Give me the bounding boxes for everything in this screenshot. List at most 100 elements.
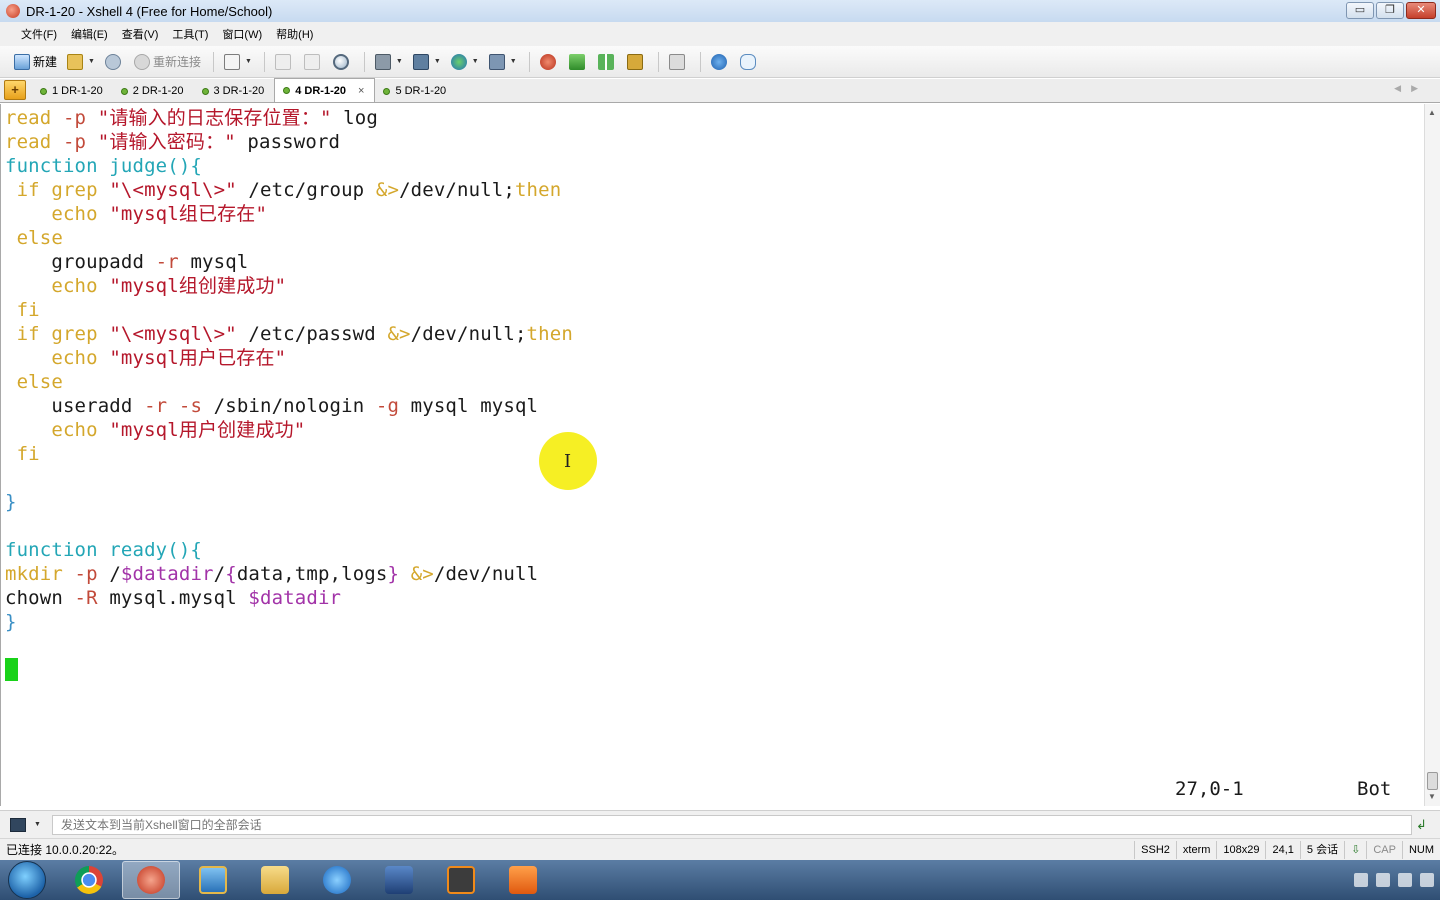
menu-tools[interactable]: 工具(T) xyxy=(165,26,215,42)
terminal-text: -g xyxy=(375,395,400,417)
terminal-text: mkdir xyxy=(5,563,63,585)
taskbar-powerpoint[interactable] xyxy=(494,861,552,899)
globe-button[interactable]: ▼ xyxy=(447,50,483,74)
chat-button[interactable] xyxy=(736,50,763,74)
network-icon[interactable] xyxy=(1376,873,1390,887)
terminal-text: read xyxy=(5,107,52,129)
open-folder-button[interactable]: ▼ xyxy=(63,50,99,74)
find-button[interactable] xyxy=(329,50,356,74)
copy-button[interactable] xyxy=(271,50,298,74)
globe-icon xyxy=(450,53,467,70)
paste-button[interactable] xyxy=(300,50,327,74)
terminal-text: function ready(){ xyxy=(5,539,203,561)
terminal-text: "mysql组创建成功" xyxy=(109,275,287,297)
tab-session-3[interactable]: 3 DR-1-20 xyxy=(194,80,275,102)
terminal-text: then xyxy=(526,323,573,345)
window-app-icon xyxy=(199,866,227,894)
scroll-down-icon[interactable]: ▼ xyxy=(1428,792,1436,801)
help-button[interactable] xyxy=(707,50,734,74)
folder-icon xyxy=(67,53,84,70)
xshell-button[interactable] xyxy=(536,50,563,74)
taskbar-ie[interactable] xyxy=(308,861,366,899)
show-hidden-icons[interactable] xyxy=(1354,873,1368,887)
chrome-icon xyxy=(75,866,103,894)
terminal-text: "\<mysql\>" xyxy=(109,323,237,345)
scroll-up-icon[interactable]: ▲ xyxy=(1428,108,1436,117)
toolbar-separator xyxy=(263,51,265,72)
tab-session-1[interactable]: 1 DR-1-20 xyxy=(32,80,113,102)
compose-bar: ▼ ↲ xyxy=(0,810,1440,838)
xftp-button[interactable] xyxy=(565,50,592,74)
toolbar-separator xyxy=(528,51,530,72)
speech-bubble-icon xyxy=(739,53,756,70)
close-tab-icon[interactable]: × xyxy=(358,85,364,97)
volume-icon[interactable] xyxy=(1420,873,1434,887)
lock-button[interactable] xyxy=(623,50,650,74)
tab-label: 2 DR-1-20 xyxy=(132,85,184,97)
close-button[interactable]: ✕ xyxy=(1406,2,1436,19)
terminal-line: function judge(){ xyxy=(5,154,202,178)
menu-help[interactable]: 帮助(H) xyxy=(269,26,320,42)
menu-edit[interactable]: 编辑(E) xyxy=(64,26,115,42)
new-session-button[interactable]: 新建 xyxy=(10,50,61,74)
font-button[interactable]: ▼ xyxy=(485,50,521,74)
taskbar-xshell[interactable] xyxy=(122,861,180,899)
taskbar-remote[interactable] xyxy=(370,861,428,899)
scrollbar-thumb[interactable] xyxy=(1427,772,1438,790)
tab-session-2[interactable]: 2 DR-1-20 xyxy=(113,80,194,102)
taskbar-sublime[interactable] xyxy=(432,861,490,899)
keyboard-button[interactable] xyxy=(665,50,692,74)
terminal-line: } xyxy=(5,490,17,514)
taskbar-explorer[interactable] xyxy=(246,861,304,899)
tab-scroll-arrows[interactable]: ◀▶ xyxy=(1394,83,1428,94)
terminal-text: &> xyxy=(387,323,411,345)
toolbar: 新建 ▼ 重新连接 ▼ ▼ ▼ ▼ ▼ xyxy=(0,46,1440,78)
taskbar-app-3[interactable] xyxy=(184,861,242,899)
terminal-text: -s xyxy=(178,395,203,417)
monitor-icon[interactable] xyxy=(1398,873,1412,887)
download-icon[interactable]: ⇩ xyxy=(1344,840,1366,859)
terminal-area[interactable]: } chown -R mysql.mysql $datadir mkdir -p /… xyxy=(0,104,1424,806)
terminal-scrollbar[interactable]: ▲ ▼ xyxy=(1424,104,1440,806)
send-icon[interactable]: ↲ xyxy=(1416,817,1432,833)
terminal-text: /etc/group xyxy=(236,179,376,201)
menu-view[interactable]: 查看(V) xyxy=(115,26,166,42)
terminal-text: $datadir xyxy=(248,587,342,609)
restore-button[interactable]: ❐ xyxy=(1376,2,1404,19)
print-button[interactable]: ▼ xyxy=(371,50,407,74)
toolbar-separator xyxy=(657,51,659,72)
lock-icon xyxy=(626,53,643,70)
menu-file[interactable]: 文件(F) xyxy=(14,26,64,42)
compose-input[interactable] xyxy=(52,815,1412,835)
layout-button[interactable] xyxy=(594,50,621,74)
tab-session-4[interactable]: 4 DR-1-20 × xyxy=(274,78,376,102)
terminal-line: fi xyxy=(5,298,40,322)
internet-explorer-icon xyxy=(323,866,351,894)
terminal-icon[interactable] xyxy=(10,817,26,832)
terminal-text: /sbin/nologin xyxy=(202,395,376,417)
terminal-line: echo "mysql用户创建成功" xyxy=(5,418,305,442)
taskbar-chrome[interactable] xyxy=(60,861,118,899)
connect-button[interactable] xyxy=(101,50,128,74)
terminal-text: fi xyxy=(5,299,40,321)
menu-window[interactable]: 窗口(W) xyxy=(215,26,269,42)
terminal-line: echo "mysql用户已存在" xyxy=(5,346,286,370)
tab-session-5[interactable]: 5 DR-1-20 xyxy=(375,80,456,102)
reconnect-button[interactable]: 重新连接 xyxy=(130,50,205,74)
chevron-down-icon[interactable]: ▼ xyxy=(34,821,41,828)
help-icon xyxy=(710,53,727,70)
properties-button[interactable]: ▼ xyxy=(220,50,256,74)
window-controls: ▭ ❐ ✕ xyxy=(1346,2,1436,19)
terminal-text: echo xyxy=(5,275,110,297)
add-tab-button[interactable]: + xyxy=(4,80,26,100)
transfer-button[interactable]: ▼ xyxy=(409,50,445,74)
start-button[interactable] xyxy=(8,861,46,899)
presentation-icon xyxy=(509,866,537,894)
minimize-button[interactable]: ▭ xyxy=(1346,2,1374,19)
terminal-line: groupadd -r mysql xyxy=(5,250,248,274)
terminal-text: { xyxy=(225,563,237,585)
